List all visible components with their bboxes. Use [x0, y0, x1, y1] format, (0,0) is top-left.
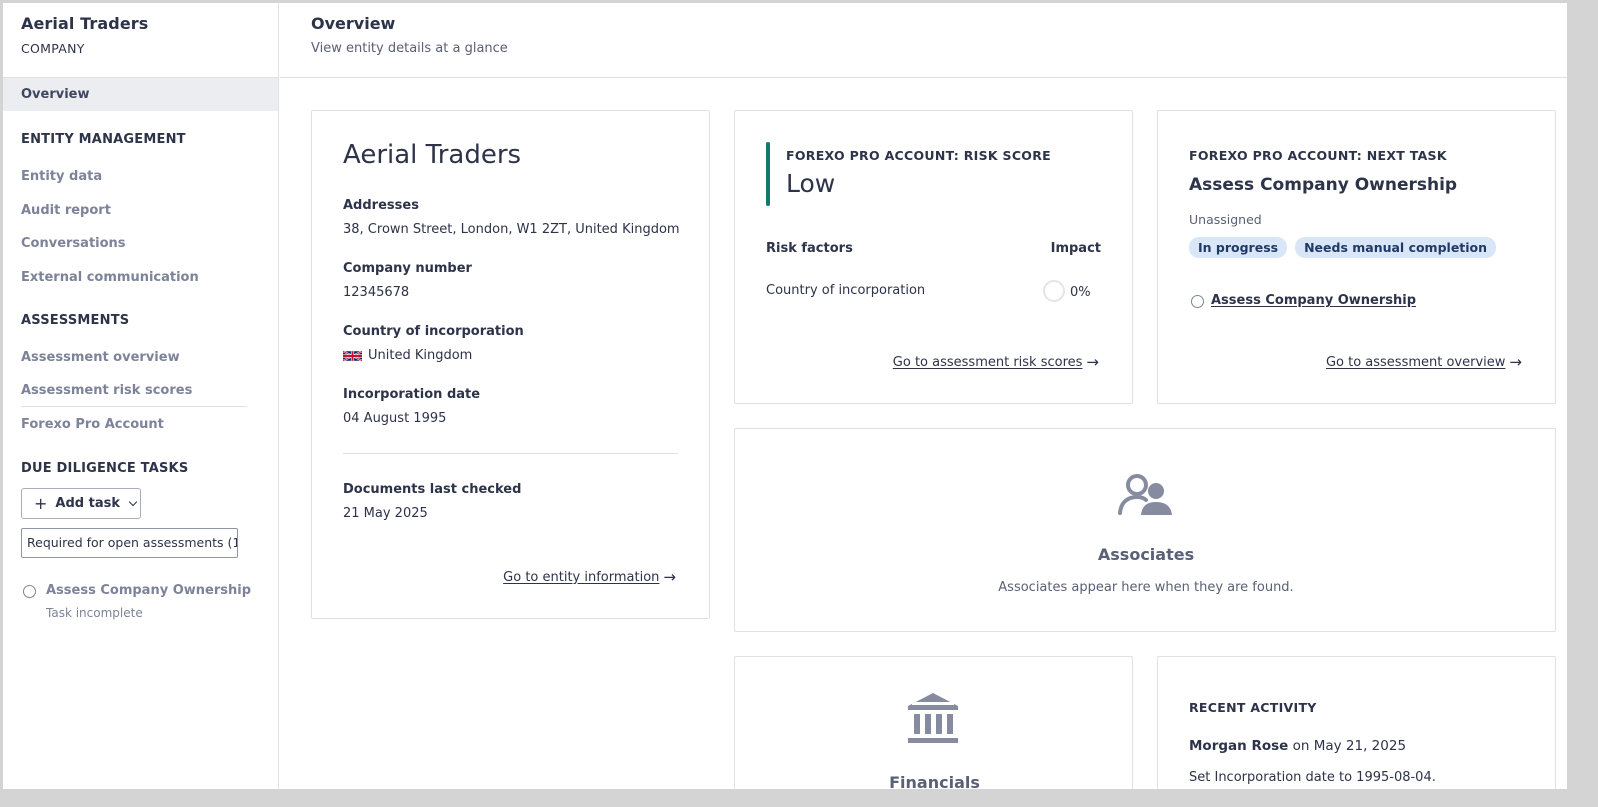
plus-icon: + [34, 493, 48, 513]
risk-factor-impact: 0% [1070, 285, 1091, 300]
next-task-link[interactable]: Assess Company Ownership [1211, 293, 1416, 308]
financials-card: Financials [734, 656, 1133, 789]
people-icon [1118, 474, 1172, 515]
entity-card-divider [343, 453, 678, 454]
next-task-radio[interactable] [1191, 295, 1204, 312]
country-value: United Kingdom [368, 348, 473, 363]
entity-name: Aerial Traders [21, 14, 149, 33]
next-task-badges: In progress Needs manual completion [1189, 237, 1497, 258]
incorporation-date-label: Incorporation date [343, 387, 481, 402]
addresses-label: Addresses [343, 198, 419, 213]
sidebar-task-link[interactable]: Assess Company Ownership [46, 583, 251, 598]
documents-checked-value: 21 May 2025 [343, 506, 428, 521]
uk-flag-icon [343, 349, 362, 362]
risk-score-eyebrow: FOREXO PRO ACCOUNT: RISK SCORE [786, 148, 1051, 163]
section-due-diligence-tasks: DUE DILIGENCE TASKS [21, 461, 189, 476]
entity-card-title: Aerial Traders [343, 140, 522, 170]
company-number-label: Company number [343, 261, 472, 276]
risk-accent-bar [766, 142, 770, 206]
next-task-eyebrow: FOREXO PRO ACCOUNT: NEXT TASK [1189, 148, 1447, 163]
risk-factors-header: Risk factors [766, 241, 853, 256]
sidebar: Aerial Traders COMPANY Overview ENTITY M… [3, 3, 279, 789]
risk-score-card: FOREXO PRO ACCOUNT: RISK SCORE Low Risk … [734, 110, 1133, 404]
arrow-right-icon: → [1509, 353, 1522, 371]
section-assessments: ASSESSMENTS [21, 313, 130, 328]
sidebar-item-conversations[interactable]: Conversations [3, 236, 144, 251]
add-task-label: Add task [55, 496, 120, 511]
entity-information-link[interactable]: Go to entity information → [503, 568, 676, 586]
associates-card: Associates Associates appear here when t… [734, 428, 1556, 632]
sidebar-item-overview[interactable]: Overview [3, 78, 278, 111]
entity-information-link-label: Go to entity information [503, 569, 660, 585]
sidebar-item-audit-report[interactable]: Audit report [3, 203, 129, 218]
status-badge-in-progress: In progress [1189, 237, 1288, 258]
sidebar-item-assessment-risk-scores[interactable]: Assessment risk scores [3, 383, 210, 398]
associates-message: Associates appear here when they are fou… [998, 580, 1294, 595]
arrow-right-icon: → [663, 568, 676, 586]
activity-description: Set Incorporation date to 1995-08-04. [1189, 770, 1436, 785]
sidebar-item-external-communication[interactable]: External communication [3, 270, 217, 285]
risk-score-value: Low [786, 169, 836, 198]
task-filter-select[interactable]: Required for open assessments (1) [21, 528, 238, 558]
section-entity-management: ENTITY MANAGEMENT [21, 132, 186, 147]
assessment-overview-link[interactable]: Go to assessment overview → [1326, 353, 1522, 371]
company-number-value: 12345678 [343, 285, 410, 300]
sidebar-item-assessment-overview[interactable]: Assessment overview [3, 350, 198, 365]
main-content: Overview View entity details at a glance… [280, 3, 1567, 789]
next-task-title: Assess Company Ownership [1189, 175, 1458, 195]
country-label: Country of incorporation [343, 324, 524, 339]
activity-entry-header: Morgan Rose on May 21, 2025 [1189, 738, 1406, 754]
entity-type: COMPANY [21, 41, 85, 56]
sidebar-item-forexo-pro-account[interactable]: Forexo Pro Account [3, 417, 182, 432]
assessment-overview-link-label: Go to assessment overview [1325, 354, 1506, 370]
sidebar-task-status: Task incomplete [46, 606, 143, 620]
chevron-down-icon [128, 497, 138, 507]
risk-factor-name: Country of incorporation [766, 283, 926, 298]
sidebar-header: Aerial Traders COMPANY [3, 3, 278, 78]
address-value: 38, Crown Street, London, W1 2ZT, United… [343, 222, 680, 237]
task-filter-value: Required for open assessments (1) [27, 535, 238, 550]
status-badge-manual: Needs manual completion [1295, 237, 1497, 258]
task-radio[interactable] [23, 585, 36, 602]
activity-date: on May 21, 2025 [1292, 738, 1407, 754]
sidebar-item-entity-data[interactable]: Entity data [3, 169, 120, 184]
arrow-right-icon: → [1086, 353, 1099, 371]
page-title: Overview [311, 14, 396, 33]
app-window: Aerial Traders COMPANY Overview ENTITY M… [3, 3, 1567, 789]
financials-title: Financials [889, 773, 980, 789]
associates-title: Associates [1097, 545, 1195, 564]
recent-activity-card: RECENT ACTIVITY Morgan Rose on May 21, 2… [1157, 656, 1556, 789]
sidebar-divider [21, 406, 247, 407]
impact-header: Impact [1050, 241, 1101, 256]
recent-activity-eyebrow: RECENT ACTIVITY [1189, 700, 1317, 715]
next-task-assignee: Unassigned [1189, 212, 1262, 227]
risk-scores-link[interactable]: Go to assessment risk scores → [893, 353, 1099, 371]
risk-scores-link-label: Go to assessment risk scores [892, 354, 1083, 370]
incorporation-date-value: 04 August 1995 [343, 411, 447, 426]
entity-card: Aerial Traders Addresses 38, Crown Stree… [311, 110, 710, 619]
bank-icon [908, 693, 958, 743]
impact-ring-icon [1043, 280, 1065, 302]
page-header: Overview View entity details at a glance [280, 3, 1567, 78]
country-value-row: United Kingdom [343, 348, 472, 363]
add-task-button[interactable]: + Add task [21, 488, 141, 519]
page-subtitle: View entity details at a glance [311, 41, 508, 56]
activity-user: Morgan Rose [1189, 738, 1289, 754]
next-task-card: FOREXO PRO ACCOUNT: NEXT TASK Assess Com… [1157, 110, 1556, 404]
documents-checked-label: Documents last checked [343, 482, 522, 497]
